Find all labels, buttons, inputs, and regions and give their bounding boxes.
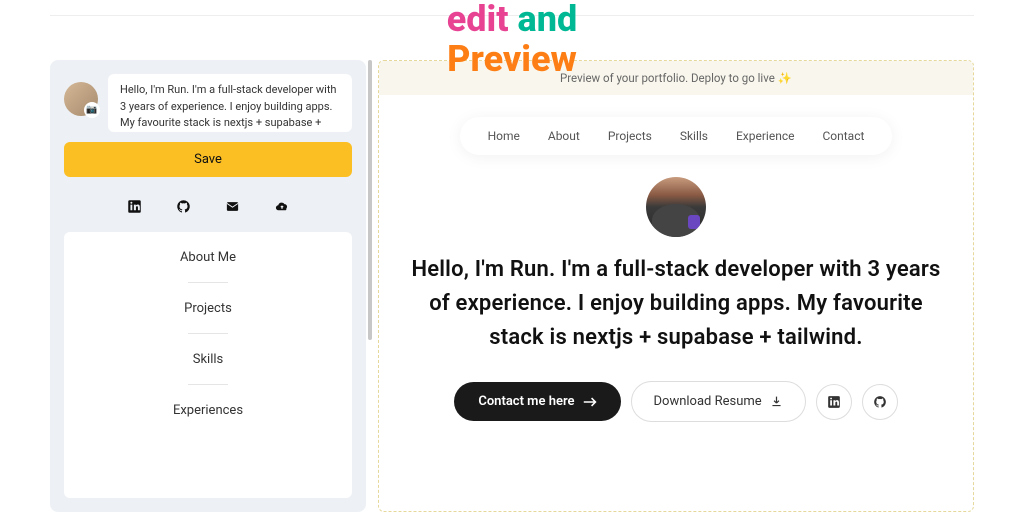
nav-pill: Home About Projects Skills Experience Co… <box>460 117 893 155</box>
scrollbar[interactable] <box>368 60 372 340</box>
nav-projects[interactable]: Projects <box>608 129 652 143</box>
section-experiences[interactable]: Experiences <box>64 385 352 436</box>
section-list: About Me Projects Skills Experiences <box>64 232 352 498</box>
intro-text: Hello, I'm Run. I'm a full-stack develop… <box>379 253 973 355</box>
linkedin-icon[interactable] <box>127 199 142 214</box>
nav-skills[interactable]: Skills <box>680 129 708 143</box>
nav-experience[interactable]: Experience <box>736 129 795 143</box>
editor-panel: 📷 Save About Me Projects Skills Experien… <box>50 60 366 512</box>
preview-panel: Preview of your portfolio. Deploy to go … <box>378 60 974 512</box>
email-icon[interactable] <box>225 199 240 214</box>
social-icons-row <box>64 199 352 214</box>
github-icon[interactable] <box>176 199 191 214</box>
avatar-upload[interactable]: 📷 <box>64 82 98 116</box>
resume-label: Download Resume <box>654 394 762 409</box>
hero-word-preview: Preview <box>447 38 577 80</box>
arrow-right-icon <box>583 396 597 408</box>
camera-icon: 📷 <box>84 102 100 118</box>
hero-word-and: and <box>518 0 578 40</box>
nav-home[interactable]: Home <box>488 129 520 143</box>
save-button[interactable]: Save <box>64 142 352 177</box>
section-projects[interactable]: Projects <box>64 283 352 334</box>
hero-title: edit and Preview <box>447 0 578 79</box>
linkedin-button[interactable] <box>816 384 852 420</box>
resume-button[interactable]: Download Resume <box>631 381 806 422</box>
contact-label: Contact me here <box>478 394 574 409</box>
github-button[interactable] <box>862 384 898 420</box>
section-about[interactable]: About Me <box>64 232 352 283</box>
contact-button[interactable]: Contact me here <box>454 382 620 421</box>
intro-input[interactable] <box>108 74 352 132</box>
cta-row: Contact me here Download Resume <box>379 381 973 422</box>
section-skills[interactable]: Skills <box>64 334 352 385</box>
avatar <box>646 177 706 237</box>
download-icon <box>770 395 783 408</box>
nav-about[interactable]: About <box>548 129 580 143</box>
nav-contact[interactable]: Contact <box>822 129 864 143</box>
cloud-icon[interactable] <box>274 199 290 214</box>
hero-word-edit: edit <box>447 0 509 40</box>
